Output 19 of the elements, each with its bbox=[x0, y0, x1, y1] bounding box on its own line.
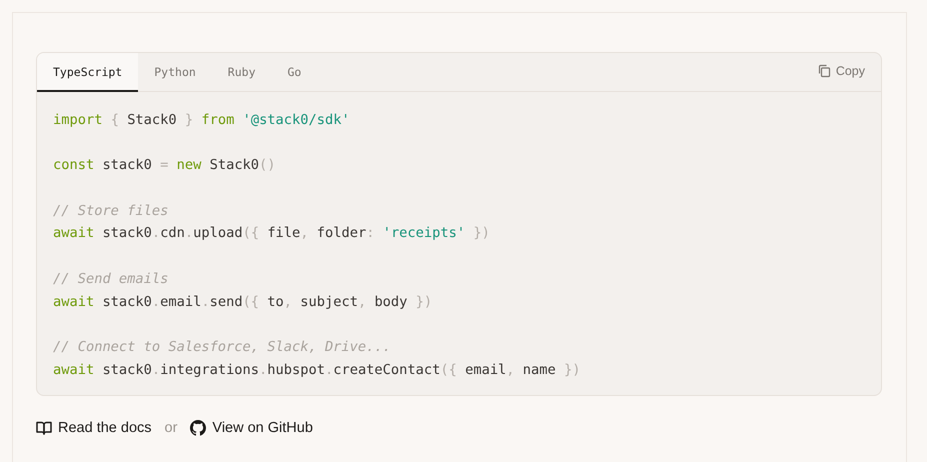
copy-button[interactable]: Copy bbox=[800, 53, 881, 91]
language-tab[interactable]: TypeScript bbox=[37, 53, 138, 92]
separator-text: or bbox=[164, 420, 178, 436]
code-line: await stack0.integrations.hubspot.createContact({ email, name }) bbox=[53, 360, 582, 380]
code-line: // Send emails bbox=[53, 270, 170, 289]
code-line: // Store files bbox=[53, 202, 170, 221]
language-tab[interactable]: Python bbox=[138, 53, 212, 92]
code-line: const stack0 = new Stack0() bbox=[53, 156, 277, 176]
code-line: // Connect to Salesforce, Slack, Drive... bbox=[53, 338, 392, 357]
code-line: await stack0.email.send({ to, subject, body }) bbox=[53, 292, 434, 312]
copy-icon bbox=[816, 64, 831, 78]
book-icon bbox=[36, 421, 52, 436]
docs-link[interactable]: Read the docs bbox=[36, 420, 152, 436]
language-tab[interactable]: Ruby bbox=[212, 53, 272, 92]
language-tab[interactable]: Go bbox=[272, 53, 318, 92]
github-link[interactable]: View on GitHub bbox=[190, 420, 313, 436]
code-line: await stack0.cdn.upload({ file, folder: 'receipts' }) bbox=[53, 224, 491, 244]
octocat-icon bbox=[190, 420, 206, 436]
code-line: import { Stack0 } from '@stack0/sdk' bbox=[53, 111, 351, 130]
